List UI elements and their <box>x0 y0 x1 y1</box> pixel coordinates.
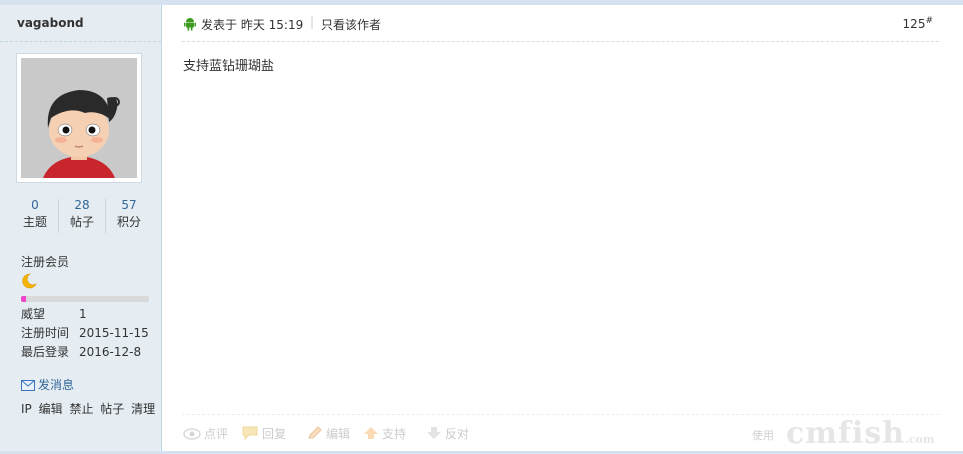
avatar-image <box>21 58 137 178</box>
android-icon <box>184 17 196 34</box>
only-author-link[interactable]: 只看该作者 <box>321 16 381 33</box>
stat-label: 积分 <box>116 215 141 229</box>
stat-posts[interactable]: 28 帖子 <box>59 197 105 231</box>
info-register-time: 注册时间 2015-11-15 <box>21 324 149 342</box>
pencil-icon <box>308 426 322 439</box>
watermark-main: cmfish <box>786 416 906 451</box>
use-link[interactable]: 使用 <box>752 427 774 443</box>
info-prestige: 威望 1 <box>21 305 87 323</box>
post-time: 发表于 昨天 15:19 <box>201 18 304 32</box>
rate-label: 点评 <box>204 427 229 441</box>
stat-value: 0 <box>31 198 39 212</box>
info-last-login: 最后登录 2016-12-8 <box>21 343 141 361</box>
author-sidebar: vagabond 0 主题 28 帖子 57 积分 注册会员 威望 1 注册时间… <box>0 5 162 452</box>
divider <box>0 41 161 42</box>
info-value: 2015-11-15 <box>79 326 149 340</box>
support-button[interactable]: 支持 <box>363 425 406 442</box>
edit-button[interactable]: 编辑 <box>307 425 350 442</box>
eye-icon <box>183 428 201 440</box>
oppose-button[interactable]: 反对 <box>426 425 469 442</box>
moon-icon <box>21 273 37 292</box>
rate-button[interactable]: 点评 <box>183 425 228 442</box>
avatar[interactable] <box>16 53 142 183</box>
arrow-up-icon <box>364 427 378 439</box>
envelope-icon <box>21 380 35 391</box>
info-key: 威望 <box>21 307 46 321</box>
admin-ban-link[interactable]: 禁止 <box>69 402 93 416</box>
info-value: 2016-12-8 <box>79 345 142 359</box>
admin-clean-link[interactable]: 清理 <box>131 402 155 416</box>
site-watermark: cmfish.com <box>786 416 935 451</box>
admin-links: IP 编辑 禁止 帖子 清理 <box>21 400 158 417</box>
post-content: 支持蓝钻珊瑚盐 <box>183 59 275 74</box>
admin-edit-link[interactable]: 编辑 <box>39 402 63 416</box>
post-floor-number[interactable]: 125# <box>903 16 933 31</box>
stat-label: 帖子 <box>69 215 94 229</box>
author-stats: 0 主题 28 帖子 57 积分 <box>12 197 152 235</box>
info-value: 1 <box>79 307 87 321</box>
info-key: 注册时间 <box>21 326 70 340</box>
edit-label: 编辑 <box>326 427 351 441</box>
send-message-label: 发消息 <box>38 378 75 392</box>
user-group[interactable]: 注册会员 <box>21 253 69 270</box>
reply-bubble-icon <box>242 426 258 441</box>
stat-credits[interactable]: 57 积分 <box>106 197 152 231</box>
stat-value: 57 <box>121 198 137 212</box>
stat-topics[interactable]: 0 主题 <box>12 197 58 231</box>
reply-label: 回复 <box>262 427 287 441</box>
level-progress-bar <box>21 296 149 302</box>
meta-divider: | <box>310 15 315 29</box>
floor-hash: # <box>925 16 933 26</box>
oppose-label: 反对 <box>445 427 470 441</box>
info-key: 最后登录 <box>21 345 70 359</box>
arrow-down-icon <box>427 427 441 439</box>
actions-divider <box>182 414 939 415</box>
support-label: 支持 <box>382 427 407 441</box>
stat-value: 28 <box>74 198 90 212</box>
reply-button[interactable]: 回复 <box>241 425 286 442</box>
send-message-link[interactable]: 发消息 <box>21 376 74 393</box>
stat-label: 主题 <box>22 215 47 229</box>
watermark-suffix: .com <box>905 433 935 446</box>
admin-posts-link[interactable]: 帖子 <box>100 402 124 416</box>
author-username[interactable]: vagabond <box>17 16 84 30</box>
level-progress-fill <box>21 296 27 302</box>
post-divider <box>182 41 939 42</box>
admin-ip-link[interactable]: IP <box>21 402 32 416</box>
floor-value: 125 <box>902 17 926 31</box>
